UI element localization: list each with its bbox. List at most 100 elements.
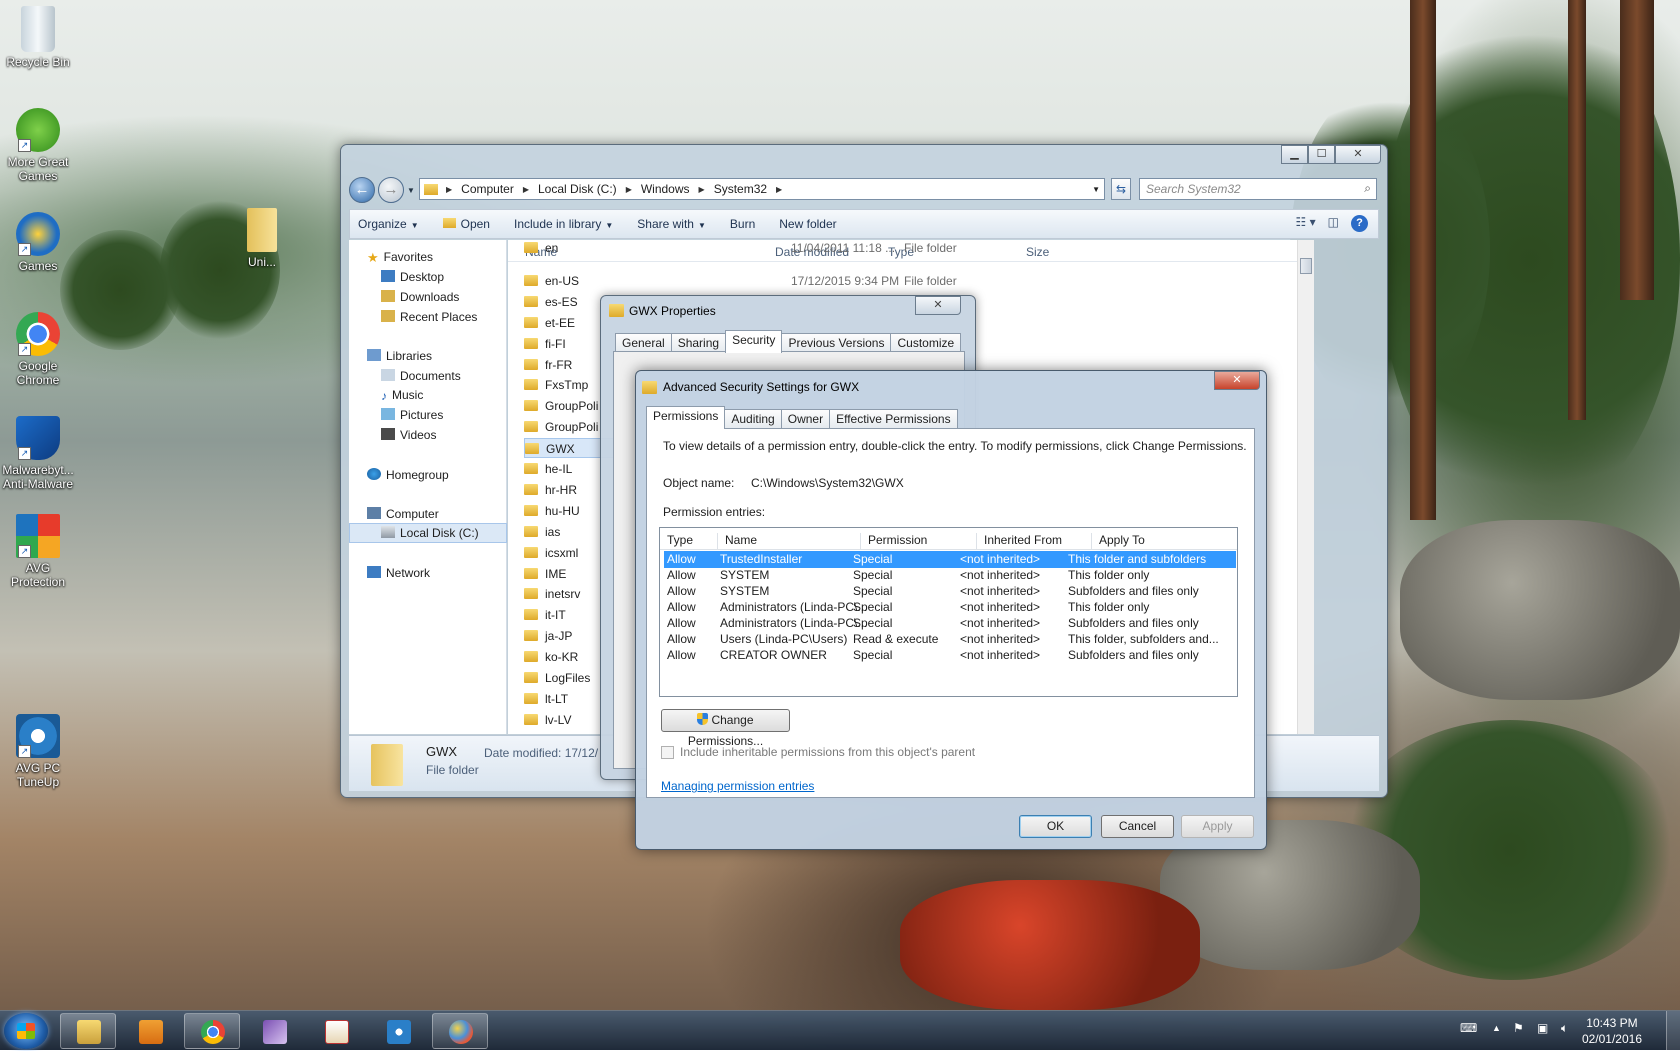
desktop-icon-malwarebytes[interactable]: ↗ Malwarebyt... Anti-Malware [0,416,76,491]
minimize-button[interactable]: ▁ [1281,145,1308,164]
file-row[interactable]: GroupPoli [524,396,598,416]
tab-customize[interactable]: Customize [890,333,962,353]
refresh-button[interactable]: ⇆ [1111,178,1131,200]
desktop-icon-recycle-bin[interactable]: Recycle Bin [0,6,76,69]
forward-button[interactable]: → [378,177,404,203]
file-row[interactable]: icsxml [524,543,578,563]
desktop-icon-tuneup[interactable]: ↗ AVG PC TuneUp [0,714,76,789]
file-row[interactable]: IME [524,564,566,584]
file-row[interactable]: es-ES [524,292,578,312]
action-center-icon[interactable]: ⚑ [1513,1021,1524,1035]
column-apply-to[interactable]: Apply To [1091,533,1145,550]
desktop-icon-avg[interactable]: ↗ AVG Protection [0,514,76,589]
managing-permissions-link[interactable]: Managing permission entries [661,779,814,793]
open-button[interactable]: Open [442,217,490,231]
file-row[interactable]: fi-FI [524,334,566,354]
tab-sharing[interactable]: Sharing [670,333,727,353]
nav-network[interactable]: Network [367,566,430,580]
search-input[interactable]: Search System32 ⌕ [1139,178,1377,200]
inherit-permissions-checkbox[interactable] [661,746,674,759]
tab-owner[interactable]: Owner [780,409,831,429]
nav-recent-places[interactable]: Recent Places [381,310,477,324]
tab-general[interactable]: General [615,333,672,353]
nav-local-disk[interactable]: Local Disk (C:) [381,526,479,540]
keyboard-icon[interactable]: ⌨ [1460,1021,1477,1035]
tab-security[interactable]: Security [725,330,783,353]
maximize-button[interactable]: ☐ [1308,145,1335,164]
cancel-button[interactable]: Cancel [1101,815,1174,838]
file-row[interactable]: en 11/04/2011 11:18 ... File folder [524,240,957,258]
column-inherited-from[interactable]: Inherited From [976,533,1062,550]
share-with-button[interactable]: Share with ▼ [637,217,706,231]
permission-row[interactable]: Allow SYSTEM Special <not inherited> This fo… [664,567,1236,584]
file-row[interactable]: hu-HU [524,501,580,521]
show-hidden-icons-icon[interactable]: ▲ [1492,1023,1501,1033]
file-list-scrollbar[interactable] [1297,240,1314,734]
tab-effective-permissions[interactable]: Effective Permissions [829,409,958,429]
taskbar-media-player[interactable] [122,1013,178,1049]
change-view-icon[interactable]: ☷ ▾ [1296,215,1316,232]
help-icon[interactable]: ? [1351,215,1368,232]
permission-row[interactable]: Allow Administrators (Linda-PC\... Special… [664,615,1236,632]
permission-row[interactable]: Allow TrustedInstaller Special <not inherit… [664,551,1236,568]
close-button[interactable]: ✕ [1335,145,1381,164]
back-button[interactable]: ← [349,177,375,203]
nav-documents[interactable]: Documents [381,369,461,383]
taskbar-paint[interactable] [432,1013,488,1049]
network-tray-icon[interactable]: ▣ [1537,1021,1548,1035]
organize-button[interactable]: Organize ▼ [358,217,419,231]
breadcrumb-local-disk[interactable]: Local Disk (C:) [538,182,617,196]
taskbar-tuneup[interactable] [370,1013,426,1049]
nav-favorites[interactable]: ★ Favorites [367,250,433,265]
permission-row[interactable]: Allow SYSTEM Special <not inherited> Subfold… [664,583,1236,600]
file-row[interactable]: GroupPoli [524,417,598,437]
desktop-icon-games[interactable]: ↗ Games [0,212,76,273]
new-folder-button[interactable]: New folder [779,217,836,231]
desktop-icon-more-games[interactable]: ↗ More Great Games [0,108,76,183]
properties-close-button[interactable]: ✕ [915,296,961,315]
file-row[interactable]: ko-KR [524,647,578,667]
column-type[interactable]: Type [660,533,693,550]
breadcrumb-computer[interactable]: Computer [461,182,514,196]
nav-music[interactable]: ♪ Music [381,388,423,403]
nav-desktop[interactable]: Desktop [381,270,444,284]
taskbar-solitaire[interactable] [308,1013,364,1049]
file-row[interactable]: LogFiles [524,668,590,688]
ok-button[interactable]: OK [1019,815,1092,838]
permission-row[interactable]: Allow Users (Linda-PC\Users) Read & execut… [664,631,1236,648]
tab-previous-versions[interactable]: Previous Versions [781,333,892,353]
preview-pane-icon[interactable]: ◫ [1328,215,1339,232]
taskbar-winrar[interactable] [246,1013,302,1049]
taskbar-chrome[interactable] [184,1013,240,1049]
advanced-close-button[interactable]: ✕ [1214,371,1260,390]
nav-libraries[interactable]: Libraries [367,349,432,363]
column-permission[interactable]: Permission [860,533,927,550]
tab-permissions[interactable]: Permissions [646,406,726,429]
permission-row[interactable]: Allow Administrators (Linda-PC\... Special… [664,599,1236,616]
column-size[interactable]: Size [1026,245,1049,259]
file-row[interactable]: ja-JP [524,626,572,646]
volume-icon[interactable]: 🔈︎ [1561,1021,1568,1036]
include-in-library-button[interactable]: Include in library ▼ [514,217,613,231]
apply-button[interactable]: Apply [1181,815,1254,838]
file-row[interactable]: hr-HR [524,480,577,500]
show-desktop-button[interactable] [1666,1011,1680,1051]
column-name[interactable]: Name [717,533,757,550]
desktop-icon-chrome[interactable]: ↗ Google Chrome [0,312,76,387]
breadcrumb-windows[interactable]: Windows [641,182,690,196]
clock[interactable]: 10:43 PM 02/01/2016 [1582,1015,1642,1047]
nav-downloads[interactable]: Downloads [381,290,459,304]
breadcrumb-system32[interactable]: System32 [714,182,767,196]
permission-row[interactable]: Allow CREATOR OWNER Special <not inherited>… [664,647,1236,664]
nav-pictures[interactable]: Pictures [381,408,443,422]
start-button[interactable] [4,1013,48,1049]
scrollbar-thumb[interactable] [1300,258,1312,274]
file-row[interactable]: et-EE [524,313,575,333]
permission-entries-list[interactable]: Type Name Permission Inherited From Appl… [659,527,1238,697]
nav-homegroup[interactable]: Homegroup [367,468,449,482]
file-row[interactable]: ias [524,522,560,542]
file-row[interactable]: lv-LV [524,710,571,730]
file-row[interactable]: fr-FR [524,355,572,375]
nav-videos[interactable]: Videos [381,428,436,442]
file-row[interactable]: he-IL [524,459,572,479]
